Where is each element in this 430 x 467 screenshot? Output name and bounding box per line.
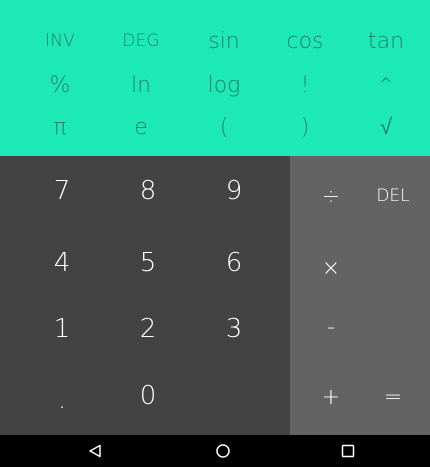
decimal-point-button[interactable]: . [19, 365, 105, 435]
tan-button[interactable]: tan [343, 19, 429, 63]
factorial-button[interactable]: ! [262, 63, 348, 107]
home-button[interactable] [193, 435, 253, 467]
percent-button[interactable]: % [17, 63, 103, 107]
scientific-pad: INV DEG sin cos tan % ln log ! ^ π e ( )… [0, 0, 430, 156]
log-button[interactable]: log [181, 63, 267, 107]
add-button[interactable]: + [296, 362, 366, 432]
digit-0-button[interactable]: 0 [105, 361, 191, 431]
subtract-button[interactable]: - [296, 292, 366, 362]
deg-button[interactable]: DEG [98, 19, 184, 63]
recents-button[interactable] [318, 435, 378, 467]
back-button[interactable] [65, 435, 125, 467]
power-button[interactable]: ^ [343, 63, 429, 107]
calculator-screen: INV DEG sin cos tan % ln log ! ^ π e ( )… [0, 0, 430, 467]
navigation-bar [0, 435, 430, 467]
e-button[interactable]: e [98, 105, 184, 149]
delete-button[interactable]: DEL [358, 161, 428, 231]
open-paren-button[interactable]: ( [181, 105, 267, 149]
home-icon [216, 444, 230, 458]
pi-button[interactable]: π [17, 105, 103, 149]
digit-6-button[interactable]: 6 [191, 228, 277, 298]
digit-4-button[interactable]: 4 [19, 228, 105, 298]
digit-2-button[interactable]: 2 [105, 294, 191, 364]
digit-9-button[interactable]: 9 [191, 156, 277, 226]
back-icon [89, 444, 101, 458]
sin-button[interactable]: sin [181, 19, 267, 63]
recents-icon [341, 444, 355, 458]
inv-button[interactable]: INV [17, 19, 103, 63]
close-paren-button[interactable]: ) [262, 105, 348, 149]
ln-button[interactable]: ln [98, 63, 184, 107]
digit-8-button[interactable]: 8 [105, 156, 191, 226]
equals-button[interactable]: = [358, 362, 428, 432]
cos-button[interactable]: cos [262, 19, 348, 63]
numeric-pad: 7 8 9 4 5 6 1 2 3 . 0 [0, 156, 290, 435]
digit-1-button[interactable]: 1 [19, 294, 105, 364]
digit-7-button[interactable]: 7 [19, 156, 105, 226]
operator-pad: ÷ DEL × - + = [290, 156, 430, 435]
digit-5-button[interactable]: 5 [105, 228, 191, 298]
divide-button[interactable]: ÷ [296, 161, 366, 231]
sqrt-button[interactable]: √ [343, 105, 429, 149]
digit-3-button[interactable]: 3 [191, 294, 277, 364]
